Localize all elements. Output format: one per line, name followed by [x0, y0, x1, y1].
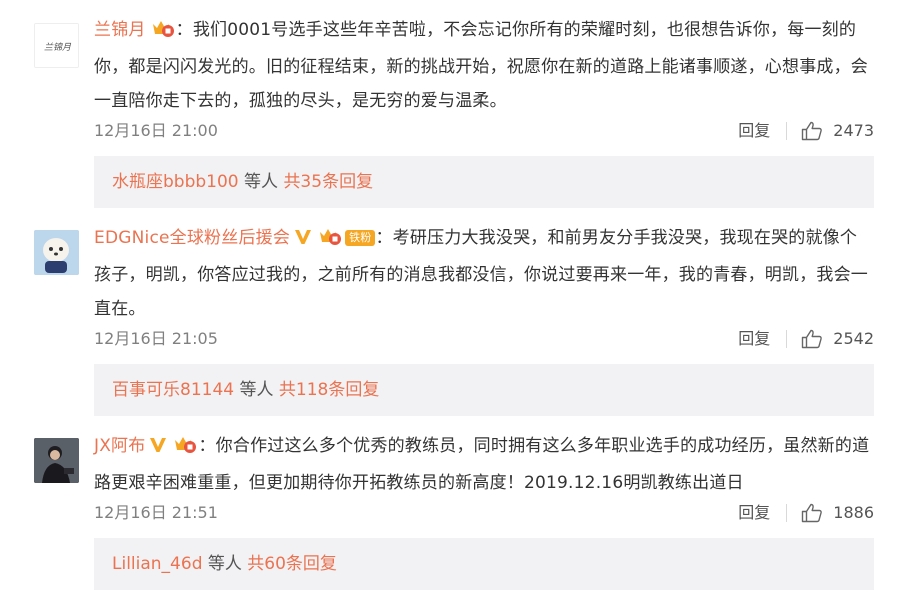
- divider: [786, 330, 788, 348]
- comment-text: 我们0001号选手这些年辛苦啦，不会忘记你所有的荣耀时刻，也很想告诉你，每一刻的…: [94, 20, 868, 111]
- username-link[interactable]: JX阿布: [94, 436, 145, 456]
- avatar[interactable]: [34, 438, 79, 483]
- comment-time: 12月16日 21:05: [94, 329, 218, 348]
- reply-user-link[interactable]: Lillian_46d: [112, 554, 202, 574]
- avatar-image: [34, 230, 79, 275]
- avatar-image: [34, 438, 79, 483]
- replies-count-link[interactable]: 共60条回复: [247, 554, 337, 574]
- colon-separator: ：: [375, 228, 393, 248]
- thumbs-up-icon: [802, 329, 823, 349]
- divider: [786, 122, 788, 140]
- comment-actions: 回复 1886: [738, 501, 874, 525]
- username-link[interactable]: 兰锦月: [94, 20, 146, 40]
- divider: [786, 504, 788, 522]
- comment-body: EDGNice全球粉丝后援会 铁粉 ：考研压力大我没哭，和前男友分手我没哭，我现在哭…: [94, 221, 874, 326]
- avatar[interactable]: 兰锦月: [34, 23, 79, 68]
- reply-user-link[interactable]: 百事可乐81144: [112, 380, 234, 400]
- thumbs-up-icon: [802, 121, 823, 141]
- member-crown-icon[interactable]: [317, 224, 343, 258]
- replies-mid-text: 等人: [207, 554, 242, 574]
- like-button[interactable]: 2542: [801, 327, 874, 351]
- username-link[interactable]: EDGNice全球粉丝后援会: [94, 228, 290, 248]
- like-count: 1886: [833, 503, 874, 522]
- reply-button[interactable]: 回复: [738, 119, 770, 143]
- reply-user-link[interactable]: 水瓶座bbbb100: [112, 172, 239, 192]
- like-button[interactable]: 1886: [801, 501, 874, 525]
- like-count: 2542: [833, 329, 874, 348]
- comment-actions: 回复 2473: [738, 119, 874, 143]
- verified-v-icon: [293, 224, 313, 258]
- like-button[interactable]: 2473: [801, 119, 874, 143]
- colon-separator: ：: [175, 20, 193, 40]
- member-crown-icon[interactable]: [150, 16, 176, 50]
- replies-summary[interactable]: Lillian_46d 等人 共60条回复: [94, 538, 874, 590]
- replies-mid-text: 等人: [244, 172, 279, 192]
- avatar-image: 兰锦月: [35, 24, 78, 67]
- comment-meta: 12月16日 21:05 回复 2542: [94, 327, 874, 351]
- replies-count-link[interactable]: 共118条回复: [279, 380, 379, 400]
- replies-summary[interactable]: 水瓶座bbbb100 等人 共35条回复: [94, 156, 874, 208]
- colon-separator: ：: [198, 436, 216, 456]
- fan-badge[interactable]: 铁粉: [345, 230, 376, 246]
- avatar-signature: 兰锦月: [44, 42, 72, 53]
- comment-time: 12月16日 21:00: [94, 121, 218, 140]
- comment-meta: 12月16日 21:00 回复 2473: [94, 119, 874, 143]
- comment-time: 12月16日 21:51: [94, 503, 218, 522]
- like-count: 2473: [833, 121, 874, 140]
- comment-actions: 回复 2542: [738, 327, 874, 351]
- verified-v-icon: [148, 432, 168, 466]
- member-crown-icon[interactable]: [172, 432, 198, 466]
- replies-summary[interactable]: 百事可乐81144 等人 共118条回复: [94, 364, 874, 416]
- replies-count-link[interactable]: 共35条回复: [283, 172, 373, 192]
- comment-meta: 12月16日 21:51 回复 1886: [94, 501, 874, 525]
- reply-button[interactable]: 回复: [738, 327, 770, 351]
- avatar[interactable]: [34, 230, 79, 275]
- comment-body: 兰锦月 ：我们0001号选手这些年辛苦啦，不会忘记你所有的荣耀时刻，也很想告诉你，…: [94, 13, 874, 118]
- comment-body: JX阿布 ：你合作过这么多个优秀的教练员，同时拥有这么多年职业选手的成功经历，虽然…: [94, 429, 874, 500]
- thumbs-up-icon: [802, 503, 823, 523]
- reply-button[interactable]: 回复: [738, 501, 770, 525]
- replies-mid-text: 等人: [239, 380, 274, 400]
